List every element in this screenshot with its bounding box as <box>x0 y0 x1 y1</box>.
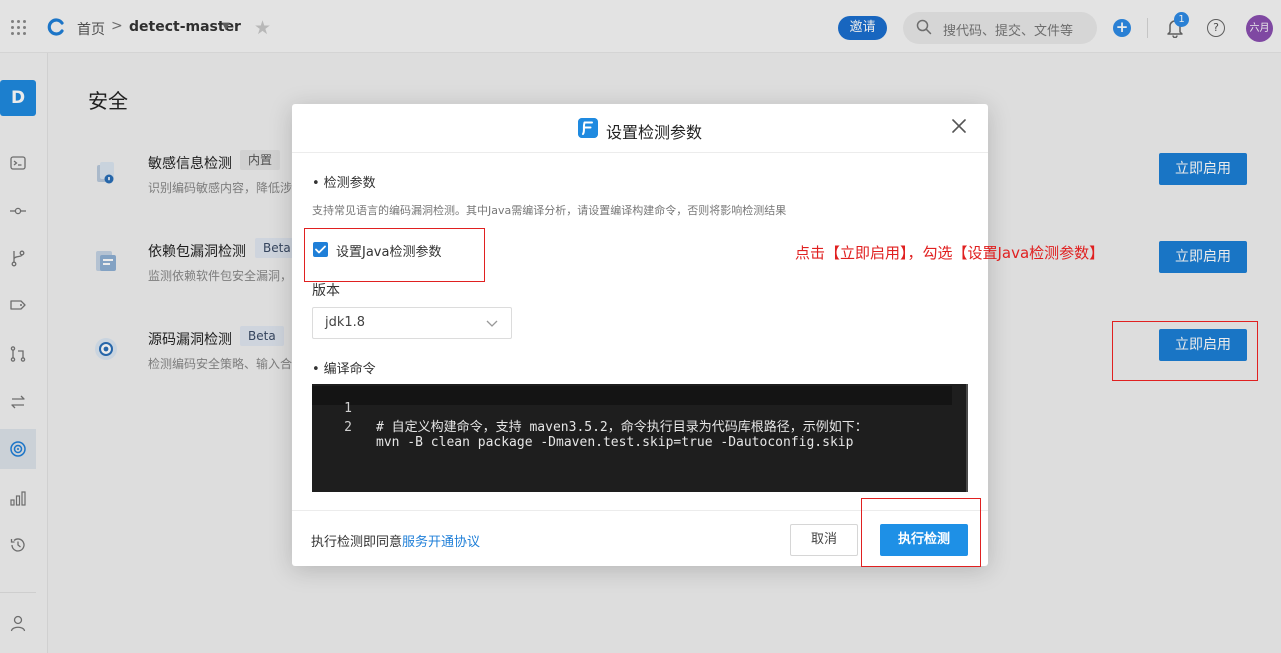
code-text: mvn -B clean package -Dmaven.test.skip=t… <box>376 435 854 450</box>
cancel-button[interactable]: 取消 <box>790 524 858 556</box>
annotation-box-checkbox <box>304 228 485 282</box>
section-title-compile: 编译命令 <box>312 358 376 377</box>
annotation-box-run <box>861 498 981 567</box>
agreement-text: 执行检测即同意服务开通协议 <box>311 531 480 550</box>
section-title-params: 检测参数 <box>312 172 376 191</box>
scrollbar[interactable] <box>966 384 968 492</box>
chevron-down-icon <box>486 320 498 327</box>
agreement-prefix: 执行检测即同意 <box>311 535 403 550</box>
version-value: jdk1.8 <box>325 315 366 330</box>
code-line: 2 mvn -B clean package -Dmaven.test.skip… <box>312 405 952 450</box>
version-select[interactable]: jdk1.8 <box>312 307 512 339</box>
service-agreement-link[interactable]: 服务开通协议 <box>402 535 480 550</box>
version-label: 版本 <box>312 283 340 299</box>
settings-dialog: 设置检测参数 检测参数 支持常见语言的编码漏洞检测。其中Java需编译分析，请设… <box>292 104 988 566</box>
code-line: 1 # 自定义构建命令，支持 maven3.5.2，命令执行目录为代码库根路径，… <box>312 386 952 435</box>
params-description: 支持常见语言的编码漏洞检测。其中Java需编译分析，请设置编译构建命令，否则将影… <box>312 204 787 217</box>
dialog-title-icon <box>578 118 598 138</box>
annotation-box-enable <box>1112 321 1258 381</box>
dialog-header: 设置检测参数 <box>292 104 988 153</box>
line-number: 2 <box>344 420 352 435</box>
annotation-text: 点击【立即启用】，勾选【设置Java检测参数】 <box>795 244 1105 262</box>
close-icon[interactable] <box>950 117 968 135</box>
compile-command-editor[interactable]: 1 # 自定义构建命令，支持 maven3.5.2，命令执行目录为代码库根路径，… <box>312 384 968 492</box>
dialog-title: 设置检测参数 <box>606 123 703 142</box>
